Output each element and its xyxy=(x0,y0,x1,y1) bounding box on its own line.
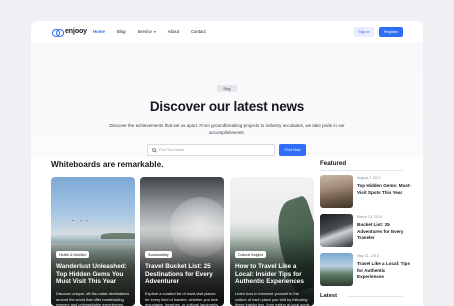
featured-item-title[interactable]: Bucket List: 25 Adventures for Every Tra… xyxy=(357,222,413,242)
card-excerpt: Learn how to immerse yourself in the cul… xyxy=(235,291,310,306)
featured-divider xyxy=(320,170,403,171)
nav-contact[interactable]: Contact xyxy=(191,29,206,34)
card-title[interactable]: Travel Bucket List: 25 Destinations for … xyxy=(145,263,221,286)
card-title[interactable]: How to Travel Like a Local: Insider Tips… xyxy=(235,263,311,286)
page-title: Discover our latest news xyxy=(149,99,305,114)
nav-home[interactable]: Home xyxy=(93,29,105,34)
featured-date: March 23, 2013 xyxy=(357,215,382,219)
nav-service[interactable]: Service ▾ xyxy=(138,29,156,34)
latest-title: Latest xyxy=(320,293,338,299)
register-button[interactable]: Register xyxy=(379,27,403,37)
hero-tag: Blog xyxy=(217,85,237,92)
search-icon xyxy=(152,148,156,152)
card-excerpt: Explore a curated list of must-visit pla… xyxy=(145,291,220,306)
featured-title: Featured xyxy=(320,160,347,167)
card-excerpt: Discover unique, off-the-radar destinati… xyxy=(56,291,130,306)
card-title[interactable]: Wanderlust Unleashed: Top Hidden Gems Yo… xyxy=(56,263,132,286)
nav-service-label: Service xyxy=(137,29,152,34)
hero-description: Discover the achievements that set us ap… xyxy=(109,123,345,135)
article-card[interactable]: Cultural Insights How to Travel Like a L… xyxy=(230,177,314,306)
card-tag[interactable]: Health & Nutrition xyxy=(56,251,90,258)
featured-thumbnail[interactable] xyxy=(320,253,353,286)
hero: Blog Discover our latest news Discover t… xyxy=(31,43,423,158)
featured-date: May 31, 2015 xyxy=(357,254,379,258)
article-card[interactable]: Sustainability Travel Bucket List: 25 De… xyxy=(140,177,224,306)
logo[interactable]: enjooy xyxy=(52,28,87,37)
featured-date: August 7, 2017 xyxy=(357,176,382,180)
section-title: Whiteboards are remarkable. xyxy=(51,160,164,169)
find-now-button[interactable]: Find Now xyxy=(279,144,306,156)
birds-image-part: ⌄ ⌄⌄ xyxy=(71,217,91,222)
article-card[interactable]: ⌄ ⌄⌄ Health & Nutrition Wanderlust Unlea… xyxy=(51,177,135,306)
nav-links: Home Blog Service ▾ About Contact xyxy=(93,29,218,34)
card-tag[interactable]: Cultural Insights xyxy=(235,251,267,258)
featured-item[interactable]: May 31, 2015 Travel Like a Local: Tips f… xyxy=(320,253,415,287)
card-tag[interactable]: Sustainability xyxy=(145,251,172,258)
featured-item[interactable]: March 23, 2013 Bucket List: 25 Adventure… xyxy=(320,214,415,248)
chevron-down-icon: ▾ xyxy=(153,29,156,34)
featured-item-title[interactable]: Travel Like a Local: Tips for Authentic … xyxy=(357,261,413,281)
page: enjooy Home Blog Service ▾ About Contact … xyxy=(31,21,423,306)
featured-thumbnail[interactable] xyxy=(320,214,353,247)
featured-item[interactable]: August 7, 2017 Top Hidden Gems: Must-Vis… xyxy=(320,175,415,209)
search-box[interactable] xyxy=(147,144,275,156)
logo-text: enjooy xyxy=(65,28,87,35)
signin-button[interactable]: Sign in xyxy=(354,27,374,37)
search-input[interactable] xyxy=(159,148,259,152)
latest-divider xyxy=(347,296,403,297)
top-nav: enjooy Home Blog Service ▾ About Contact … xyxy=(31,21,423,43)
nav-about[interactable]: About xyxy=(168,29,179,34)
featured-thumbnail[interactable] xyxy=(320,175,353,208)
logo-icon xyxy=(52,28,64,37)
featured-item-title[interactable]: Top Hidden Gems: Must-Visit Spots This Y… xyxy=(357,183,413,196)
nav-blog[interactable]: Blog xyxy=(117,29,126,34)
